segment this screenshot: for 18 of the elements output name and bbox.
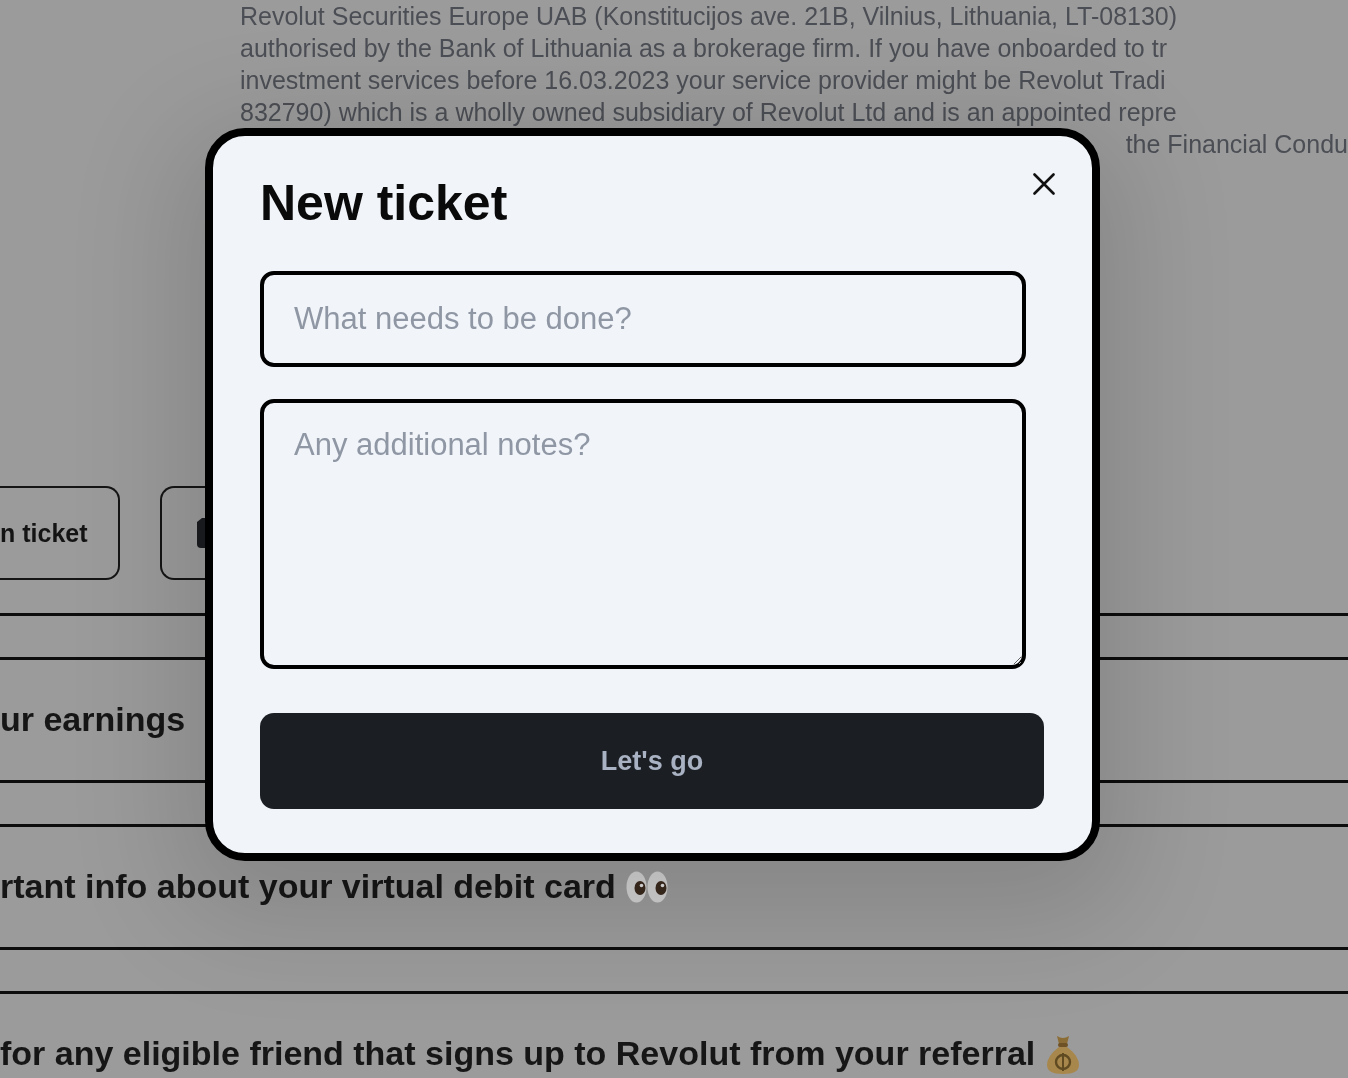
disclosure-text: Revolut Securities Europe UAB (Konstitucijos ave. 21B, Vilnius, Lithuania, LT-08130) (240, 1, 1178, 32)
ticket-button[interactable]: n ticket (0, 486, 120, 580)
list-item-text: ur earnings (0, 701, 186, 739)
disclosure-text: the Financial Condu (1125, 129, 1348, 160)
list-item-text: rtant info about your virtual debit card (0, 868, 616, 906)
disclosure-text: 832790) which is a wholly owned subsidiary of Revolut Ltd and is an appointed repre (240, 97, 1177, 128)
money-bag-icon (1045, 1034, 1082, 1074)
close-icon (1033, 173, 1055, 195)
submit-button[interactable]: Let's go (260, 713, 1044, 809)
disclosure-text: investment services before 16.03.2023 your service provider might be Revolut Tradi (240, 65, 1166, 96)
notes-field[interactable]: Any additional notes? (260, 399, 1026, 669)
close-button[interactable] (1033, 173, 1055, 195)
partial-icon (197, 518, 205, 548)
task-field[interactable]: What needs to be done? (260, 271, 1026, 367)
dialog-title: New ticket (260, 176, 508, 231)
eyes-icon (625, 871, 668, 903)
disclosure-text: authorised by the Bank of Lithuania as a brokerage firm. If you have onboarded to tr (240, 33, 1167, 64)
list-item-text: for any eligible friend that signs up to Revolut from your referral (0, 1035, 1036, 1073)
